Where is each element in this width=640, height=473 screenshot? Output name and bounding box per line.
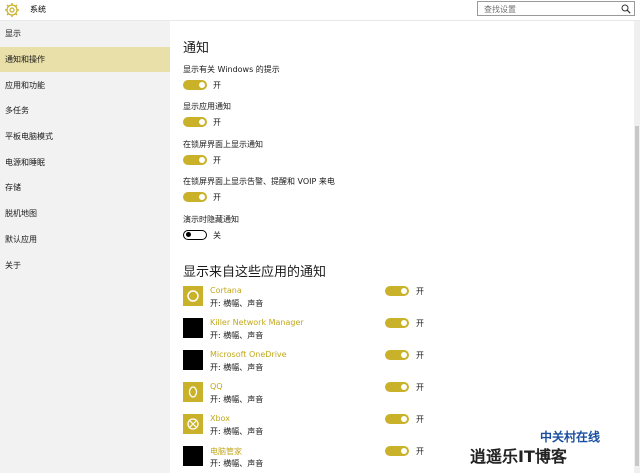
- sidebar-item-power-sleep[interactable]: 电源和睡眠: [0, 150, 170, 175]
- sidebar-item-display[interactable]: 显示: [0, 21, 170, 46]
- toggle-state: 开: [416, 415, 424, 424]
- watermark: 中关村在线 逍遥乐IT博客: [440, 425, 635, 470]
- toggle-state: 关: [213, 231, 221, 240]
- scrollbar[interactable]: [634, 21, 640, 473]
- setting-label: 演示时隐藏通知: [183, 215, 239, 224]
- app-icon: [183, 446, 203, 466]
- app-toggle[interactable]: [385, 350, 409, 360]
- app-detail: 开: 横幅、声音: [210, 331, 264, 340]
- lockscreen-alarms-toggle[interactable]: [183, 192, 207, 202]
- setting-label: 在锁屏界面上显示告警、提醒和 VOIP 来电: [183, 177, 335, 186]
- app-name: QQ: [210, 382, 223, 391]
- toggle-state: 开: [416, 319, 424, 328]
- search-placeholder: 查找设置: [484, 5, 516, 14]
- app-toggle[interactable]: [385, 446, 409, 456]
- app-icon: [183, 318, 203, 338]
- windows-tips-toggle[interactable]: [183, 80, 207, 90]
- app-name: Xbox: [210, 414, 230, 423]
- lockscreen-notifications-toggle[interactable]: [183, 155, 207, 165]
- toggle-state: 开: [416, 447, 424, 456]
- sidebar-item-about[interactable]: 关于: [0, 253, 170, 278]
- sidebar-item-offline-maps[interactable]: 脱机地图: [0, 201, 170, 226]
- sidebar-item-default-apps[interactable]: 默认应用: [0, 227, 170, 252]
- toggle-state: 开: [213, 193, 221, 202]
- app-detail: 开: 横幅、声音: [210, 459, 264, 468]
- cortana-icon: [183, 286, 203, 306]
- toggle-state: 开: [416, 351, 424, 360]
- toggle-state: 开: [213, 118, 221, 127]
- sidebar-item-notifications[interactable]: 通知和操作: [0, 47, 170, 72]
- app-detail: 开: 横幅、声音: [210, 427, 264, 436]
- app-detail: 开: 横幅、声音: [210, 395, 264, 404]
- scroll-thumb[interactable]: [635, 126, 639, 466]
- app-name: Cortana: [210, 286, 242, 295]
- toggle-state: 开: [416, 383, 424, 392]
- search-icon[interactable]: [621, 4, 631, 14]
- sidebar-item-storage[interactable]: 存储: [0, 175, 170, 200]
- sidebar-item-tablet-mode[interactable]: 平板电脑模式: [0, 124, 170, 149]
- window-title: 系统: [30, 5, 46, 14]
- apps-heading: 显示来自这些应用的通知: [183, 265, 327, 280]
- xbox-icon: [183, 414, 203, 434]
- sidebar-item-apps-features[interactable]: 应用和功能: [0, 73, 170, 98]
- app-icon: [183, 350, 203, 370]
- sidebar-item-multitasking[interactable]: 多任务: [0, 98, 170, 123]
- setting-label: 显示有关 Windows 的提示: [183, 65, 280, 74]
- toggle-state: 开: [213, 156, 221, 165]
- app-toggle[interactable]: [385, 318, 409, 328]
- app-toggle[interactable]: [385, 414, 409, 424]
- app-toggle[interactable]: [385, 382, 409, 392]
- notifications-heading: 通知: [183, 41, 210, 56]
- app-detail: 开: 横幅、声音: [210, 299, 264, 308]
- watermark-blog: 逍遥乐IT博客: [470, 447, 567, 466]
- app-detail: 开: 横幅、声音: [210, 363, 264, 372]
- app-name: Microsoft OneDrive: [210, 350, 287, 359]
- hide-when-presenting-toggle[interactable]: [183, 230, 207, 240]
- search-input[interactable]: 查找设置: [477, 1, 635, 16]
- toggle-state: 开: [416, 287, 424, 296]
- sidebar: 显示 通知和操作 应用和功能 多任务 平板电脑模式 电源和睡眠 存储 脱机地图 …: [0, 21, 170, 473]
- gear-icon: [5, 3, 19, 17]
- setting-label: 显示应用通知: [183, 102, 231, 111]
- app-toggle[interactable]: [385, 286, 409, 296]
- main-content: 通知 显示有关 Windows 的提示 开 显示应用通知 开 在锁屏界面上显示通…: [170, 21, 632, 473]
- app-name: Killer Network Manager: [210, 318, 304, 327]
- toggle-state: 开: [213, 81, 221, 90]
- app-notifications-toggle[interactable]: [183, 117, 207, 127]
- qq-icon: [183, 382, 203, 402]
- title-bar: 系统 查找设置: [0, 0, 640, 21]
- setting-label: 在锁屏界面上显示通知: [183, 140, 263, 149]
- app-name: 电脑管家: [210, 447, 242, 456]
